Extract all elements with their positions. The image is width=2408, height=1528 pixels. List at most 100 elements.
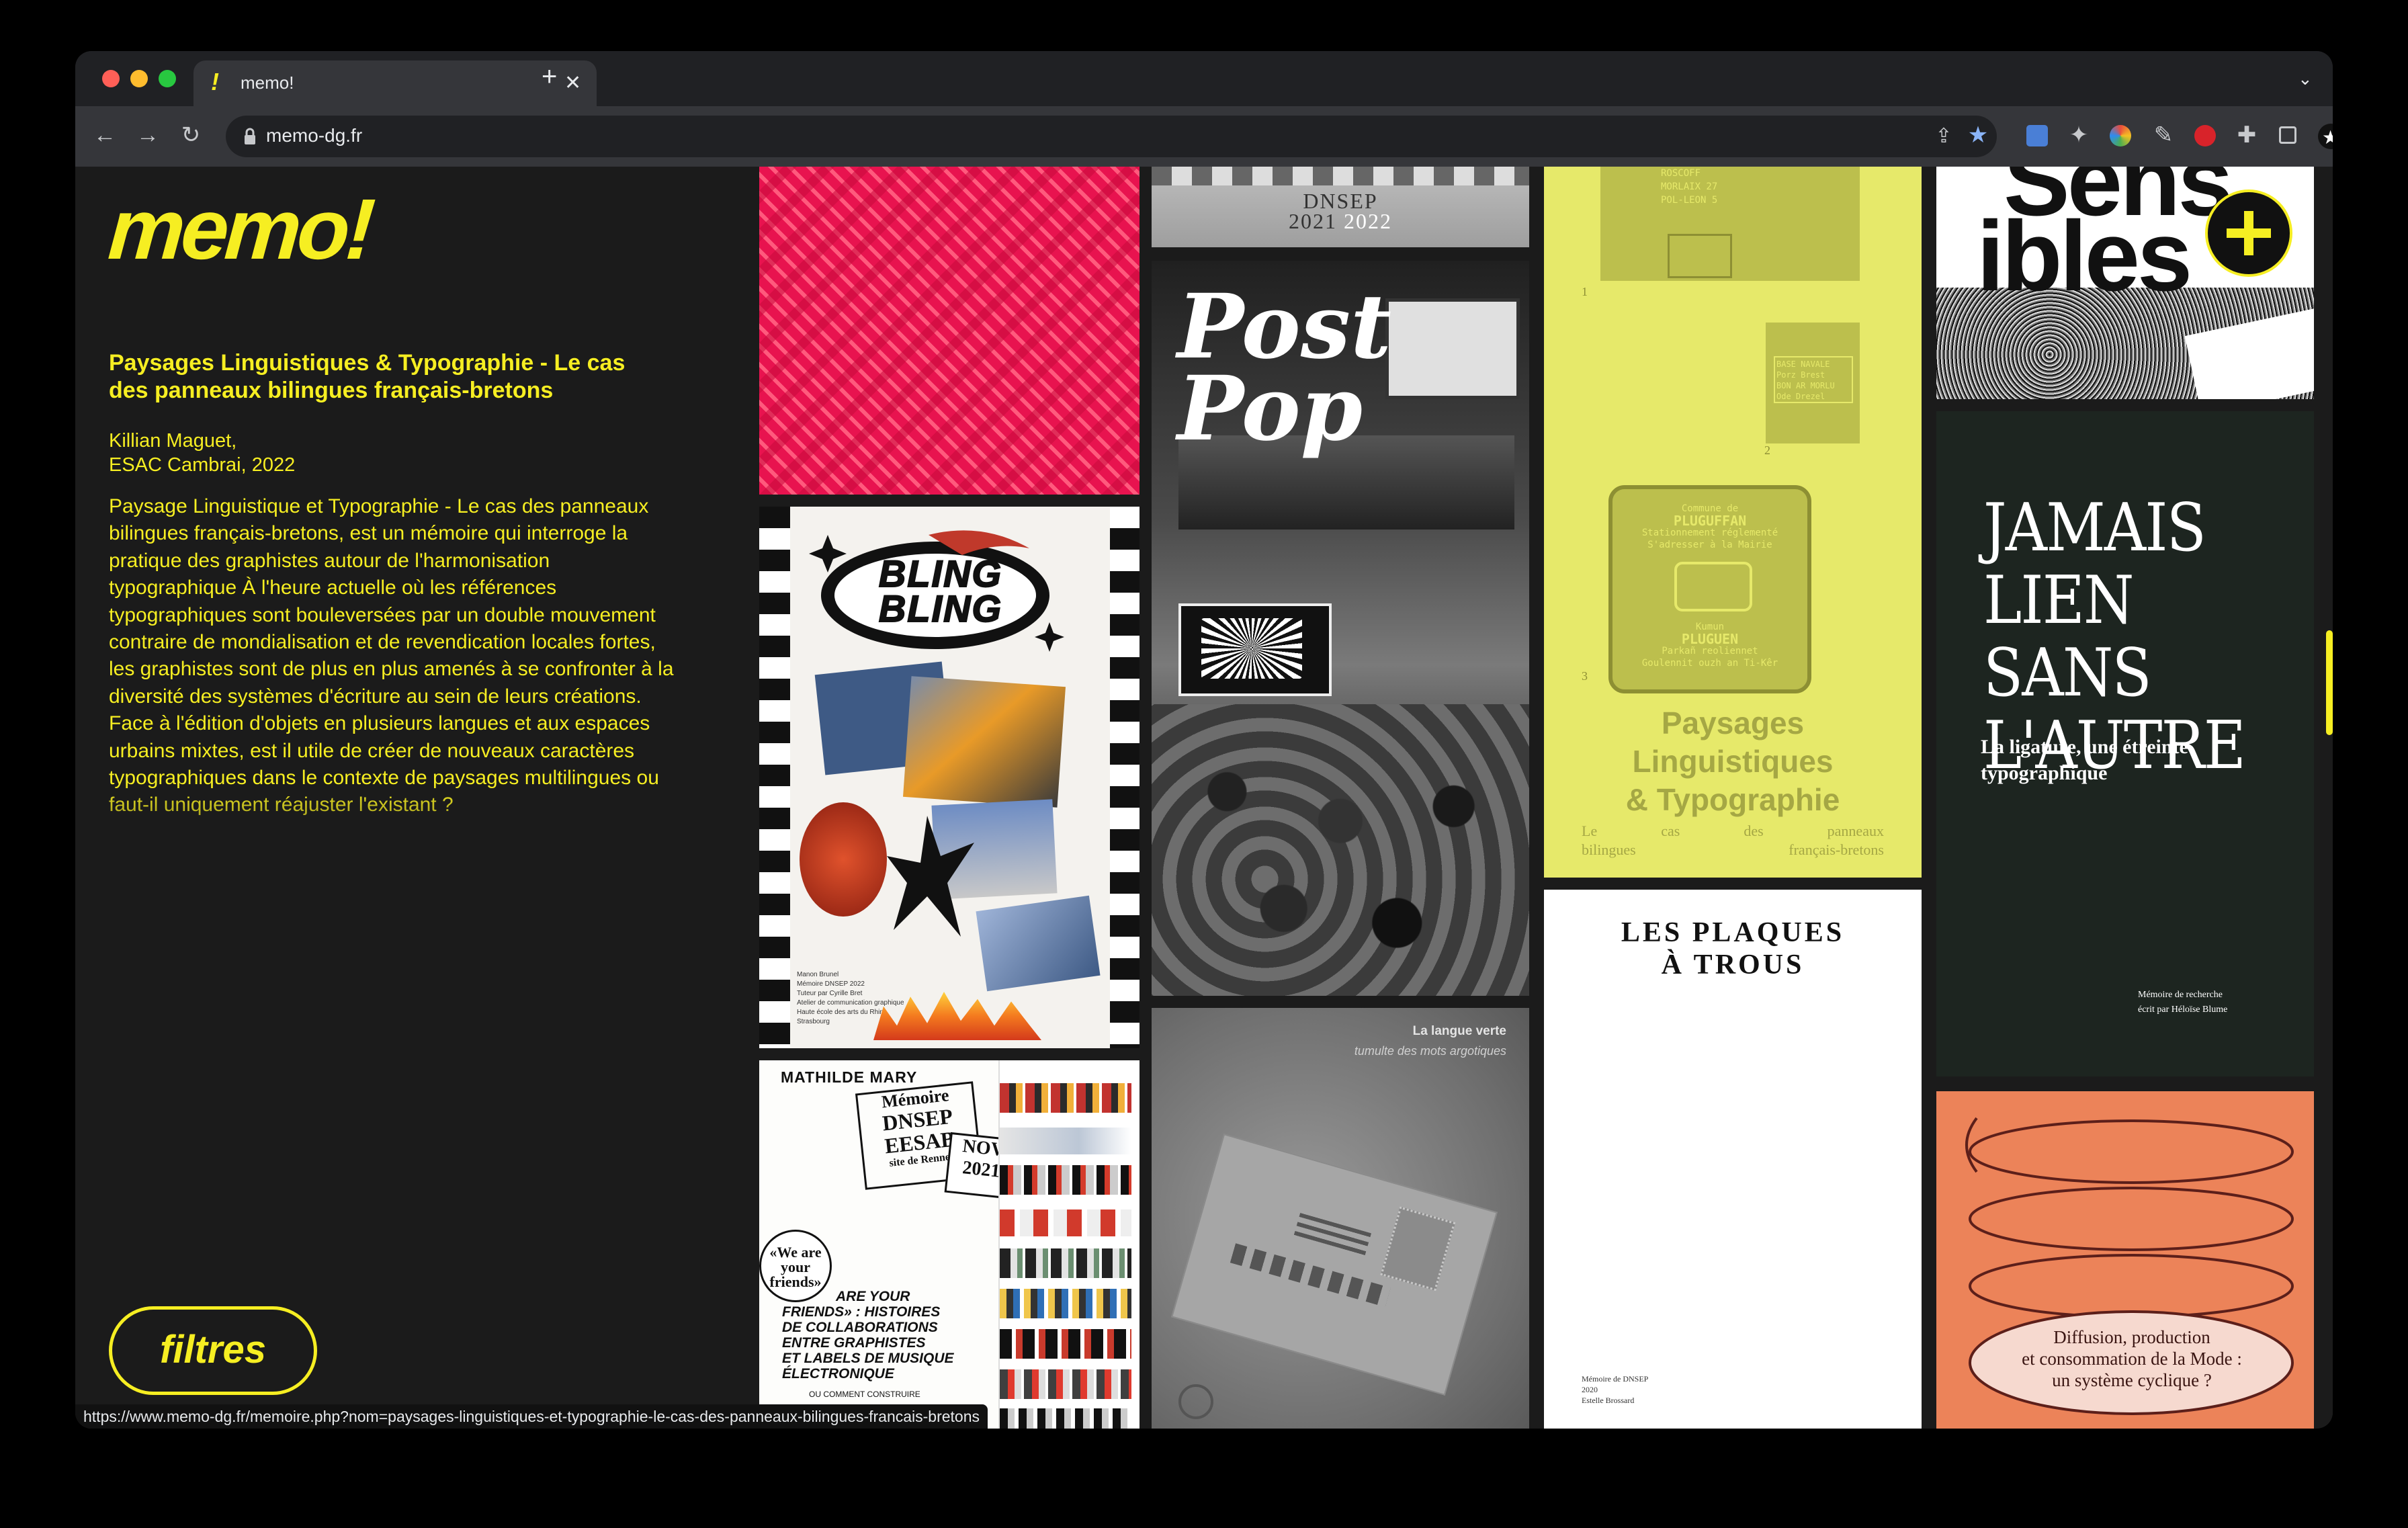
sign-text: BASE NAVALE Porz Brest BON AR MORLU Ode … — [1774, 356, 1853, 403]
photo-crowd — [1152, 704, 1529, 996]
memoire-card-post-pop[interactable]: Post Pop — [1152, 261, 1529, 996]
sticker-line: friends» — [769, 1273, 822, 1290]
body-line: ÉLECTRONIQUE — [782, 1366, 894, 1382]
extensions-puzzle-icon[interactable]: ✚ — [2235, 124, 2259, 146]
jamais-line: JAMAIS — [1983, 490, 2206, 566]
sensibles-title: Sens ibles — [1977, 167, 2233, 306]
memoire-card-paysages-linguistiques[interactable]: ROSCOFF MORLAIX 27 POL-LEON 5 1 BASE NAV… — [1544, 167, 1922, 878]
back-icon[interactable]: ← — [91, 124, 118, 146]
zigzag-graphic — [1230, 1243, 1391, 1308]
bookmark-star-icon[interactable]: ★ — [1966, 124, 1990, 146]
subtitle-word: cas — [1661, 822, 1680, 839]
photo-orange-car — [903, 676, 1066, 808]
langue-subtitle: tumulte des mots argotiques — [1354, 1044, 1506, 1058]
paysages-title: Paysages Linguistiques & Typographie — [1544, 704, 1922, 819]
credit-line: Mémoire de recherche — [2138, 990, 2223, 1000]
adblock-extension-icon[interactable] — [2194, 125, 2216, 146]
side-panel-icon[interactable] — [2279, 126, 2296, 144]
browser-tab[interactable]: ! memo! ✕ — [194, 60, 597, 106]
lock-icon — [245, 128, 255, 144]
minimize-window-button[interactable] — [130, 70, 148, 87]
color-extension-icon[interactable] — [2110, 125, 2131, 146]
diffusion-title: Diffusion, production et consommation de… — [1974, 1326, 2290, 1391]
sign-line: PLUGUEN — [1681, 631, 1739, 647]
post-pop-title: Post Pop — [1177, 275, 1392, 461]
stamp-graphic — [1380, 1206, 1456, 1291]
body-line: DE COLLABORATIONS — [782, 1320, 938, 1335]
new-tab-icon[interactable]: + — [542, 63, 557, 90]
poster-row — [1000, 1329, 1131, 1359]
poster-row — [1000, 1128, 1131, 1154]
mathilde-body: ARE YOUR FRIENDS» : HISTOIRES DE COLLABO… — [782, 1289, 1010, 1382]
sign-text: Kumun PLUGUEN Parkañ reoliennet Goulenni… — [1612, 621, 1807, 669]
memoire-title: Paysages Linguistiques & Typographie - L… — [109, 350, 626, 403]
diffusion-line: et consommation de la Mode : — [2022, 1349, 2242, 1369]
scrollbar-thumb[interactable] — [2326, 630, 2333, 735]
paysages-title-line: Paysages — [1661, 706, 1805, 740]
credit-line: Atelier de communication graphique — [797, 999, 904, 1007]
memoire-card-plaques-a-trous[interactable]: LES PLAQUES À TROUS Mémoire de DNSEP 202… — [1544, 890, 1922, 1429]
memoire-school: ESAC Cambrai, 2022 — [109, 454, 296, 476]
forward-icon[interactable]: → — [134, 124, 161, 146]
memoire-card-dnsep-2021[interactable]: DNSEP 2021 2022 — [1152, 167, 1529, 247]
credit-line: Tuteur par Cyrille Bret — [797, 990, 863, 997]
sign-line: ROSCOFF — [1661, 168, 1701, 179]
plaques-credits: Mémoire de DNSEP 2020 Estelle Brossard — [1582, 1373, 1648, 1406]
add-button[interactable] — [2205, 189, 2292, 277]
sign-line: MORLAIX 27 — [1661, 181, 1718, 192]
eyedropper-icon[interactable]: ✎ — [2151, 124, 2176, 146]
maximize-window-button[interactable] — [159, 70, 176, 87]
memoire-card-sensibles[interactable]: Sens ibles — [1936, 167, 2314, 399]
memoire-card-bling-bling[interactable]: BLING BLING Manon Brunel Mémoire DNSEP 2… — [759, 507, 1140, 1048]
figure-number: 1 — [1582, 285, 1588, 298]
photo-monitor — [1178, 603, 1332, 696]
close-tab-icon[interactable]: ✕ — [564, 71, 581, 95]
body-line: ET LABELS DE MUSIQUE — [782, 1351, 954, 1366]
paysages-title-line: Linguistiques — [1632, 744, 1834, 779]
extension-pin-icon[interactable]: ✦ — [2067, 124, 2091, 146]
photo-frame — [976, 895, 1101, 992]
plaques-title-line: LES PLAQUES — [1621, 917, 1845, 948]
sign-line: Goulennit ouzh an Ti-Kêr — [1641, 658, 1778, 669]
sign-line: Stationnement réglementé — [1641, 527, 1778, 538]
memoire-author: Killian Maguet, — [109, 430, 237, 452]
checker-border — [759, 507, 790, 1048]
post-pop-line: Post — [1177, 275, 1392, 379]
figure-number: 3 — [1582, 669, 1588, 683]
post-pop-line: Pop — [1177, 357, 1363, 461]
envelope-graphic — [1171, 1134, 1498, 1396]
tribal-graphic — [887, 816, 974, 937]
poster-row — [1000, 1369, 1131, 1399]
credit-line: Mémoire DNSEP 2022 — [797, 980, 865, 988]
tab-search-chevron-icon[interactable]: ⌄ — [2298, 69, 2313, 89]
caravan-icon — [1674, 562, 1752, 611]
credit-line: 2020 — [1582, 1385, 1598, 1394]
memoire-card-jamais-lien[interactable]: JAMAIS LIEN SANS L'AUTRE La ligature, un… — [1936, 411, 2314, 1076]
tab-bar: ! memo! ✕ + ⌄ — [75, 51, 2333, 106]
profile-avatar[interactable]: ★ — [2318, 124, 2333, 149]
address-bar[interactable]: memo-dg.fr ⇪ ★ — [226, 116, 1997, 157]
memoire-card-langue-verte[interactable]: La langue verte tumulte des mots argotiq… — [1152, 1008, 1529, 1429]
translate-extension-icon[interactable] — [2026, 125, 2048, 146]
close-window-button[interactable] — [102, 70, 120, 87]
memoire-card-diffusion-mode[interactable]: Diffusion, production et consommation de… — [1936, 1091, 2314, 1429]
subtitle-line: typographique — [1981, 762, 2108, 784]
memoire-card-mathilde-mary[interactable]: MATHILDE MARY Mémoire DNSEP EESAB site d… — [759, 1060, 1140, 1429]
share-icon[interactable]: ⇪ — [1932, 125, 1955, 148]
sign-text: Commune de PLUGUFFAN Stationnement régle… — [1612, 503, 1807, 551]
jamais-subtitle: La ligature, une étreinte typographique — [1981, 734, 2188, 786]
target-graphic — [1178, 1384, 1213, 1419]
site-logo[interactable]: memo! — [105, 181, 542, 278]
body-line: ENTRE GRAPHISTES — [782, 1335, 926, 1351]
credit-line: Manon Brunel — [797, 971, 839, 978]
photo-sign-roscoff: ROSCOFF MORLAIX 27 POL-LEON 5 — [1600, 167, 1860, 281]
filters-button[interactable]: filtres — [109, 1306, 317, 1395]
memoire-card-pink-pattern[interactable] — [759, 167, 1140, 495]
poster-row — [1000, 1248, 1131, 1278]
reload-icon[interactable]: ↻ — [177, 124, 204, 146]
poster-row — [1000, 1083, 1131, 1113]
url-text: memo-dg.fr — [266, 125, 363, 146]
poster-row — [1000, 1408, 1131, 1429]
bling-title: BLING BLING — [878, 552, 1003, 630]
toolbar: ← → ↻ memo-dg.fr ⇪ ★ ✦ ✎ ✚ ★ — [75, 106, 2333, 167]
